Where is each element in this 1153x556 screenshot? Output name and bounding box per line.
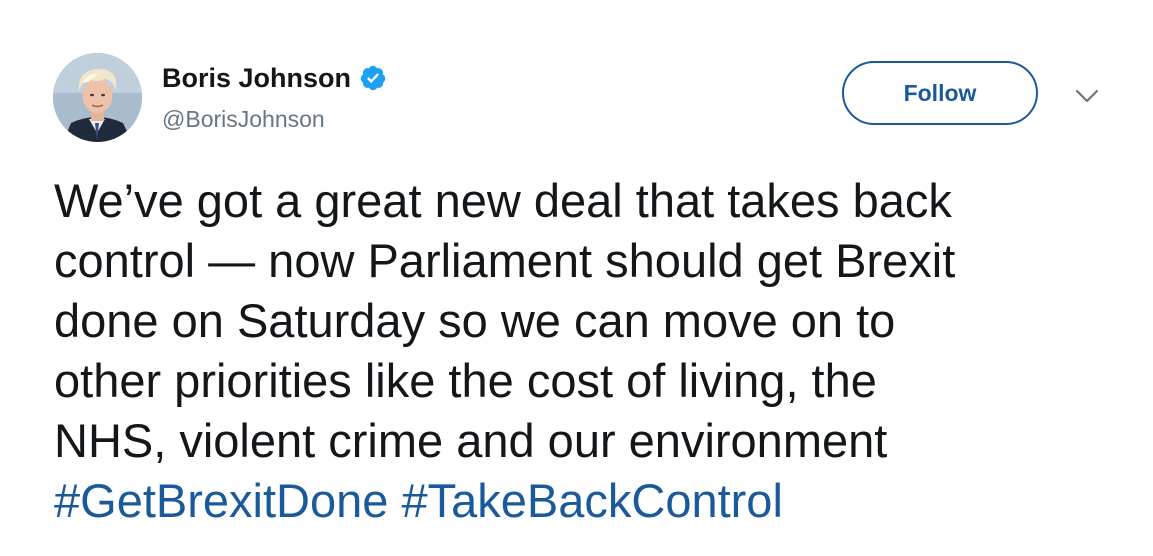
- tweet-text-line: We’ve got a great new deal that takes ba…: [54, 174, 952, 227]
- author-display-name[interactable]: Boris Johnson: [162, 63, 351, 94]
- verified-badge-icon: [359, 64, 387, 92]
- tweet-card: Boris Johnson @BorisJohnson Follow We’ve…: [0, 0, 1153, 556]
- follow-button[interactable]: Follow: [842, 61, 1038, 125]
- tweet-text-line: done on Saturday so we can move on to: [54, 294, 896, 347]
- author-handle[interactable]: @BorisJohnson: [162, 106, 325, 133]
- hashtag-takebackcontrol[interactable]: #TakeBackControl: [401, 474, 782, 527]
- hashtag-getbrexitdone[interactable]: #GetBrexitDone: [54, 474, 388, 527]
- tweet-text-line: control — now Parliament should get Brex…: [54, 234, 956, 287]
- tweet-text-line: NHS, violent crime and our environment: [54, 414, 888, 467]
- avatar-image: [53, 53, 142, 142]
- hashtag-line: #GetBrexitDone #TakeBackControl: [54, 471, 1114, 531]
- tweet-text: We’ve got a great new deal that takes ba…: [54, 171, 1114, 531]
- chevron-down-icon[interactable]: [1073, 86, 1101, 106]
- tweet-text-line: other priorities like the cost of living…: [54, 354, 877, 407]
- avatar[interactable]: [53, 53, 142, 142]
- author-name-row: Boris Johnson: [162, 60, 387, 96]
